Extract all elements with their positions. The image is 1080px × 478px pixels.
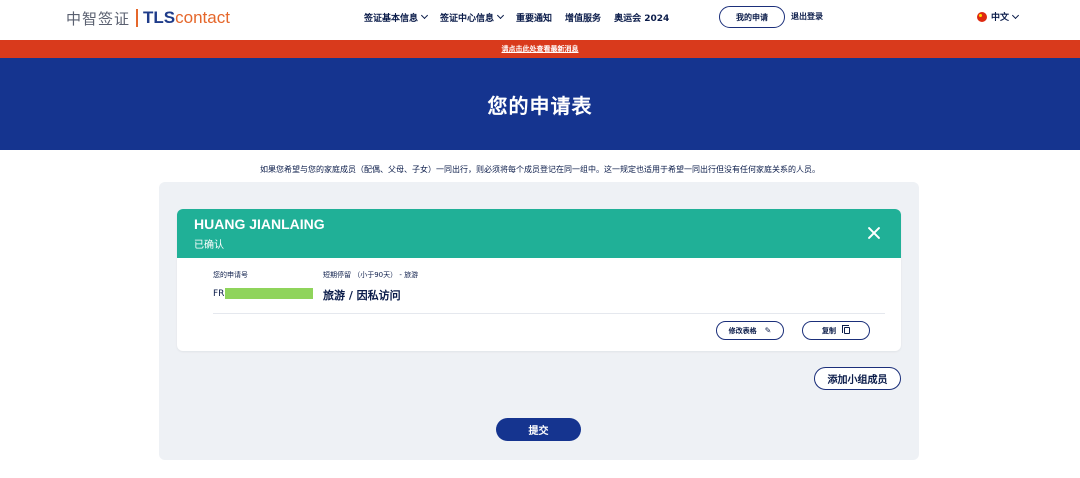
nav-center-info-label: 签证中心信息 xyxy=(440,13,495,24)
visa-type-label: 短期停留 （小于90天） - 旅游 xyxy=(323,271,419,279)
language-label: 中文 xyxy=(991,13,1010,23)
nav-visa-info[interactable]: 签证基本信息 xyxy=(364,11,429,24)
tlscontact-logo[interactable]: 中智签证 TLS contact xyxy=(66,7,230,29)
close-icon[interactable] xyxy=(867,226,881,240)
logout-link[interactable]: 退出登录 xyxy=(791,11,823,22)
application-number-label: 您的申请号 xyxy=(213,271,248,279)
nav-important-notice[interactable]: 重要通知 xyxy=(516,11,552,24)
news-banner: 请点击此处查看最新消息 xyxy=(0,40,1080,58)
add-group-member-button[interactable]: 添加小组成员 xyxy=(814,367,901,390)
applicant-name: HUANG JIANLAING xyxy=(194,216,325,232)
language-selector[interactable]: 中文 xyxy=(977,10,1020,23)
news-banner-link[interactable]: 请点击此处查看最新消息 xyxy=(502,44,579,54)
nav-value-added-services-label: 增值服务 xyxy=(565,13,602,24)
application-panel: HUANG JIANLAING 已确认 您的申请号 短期停留 （小于90天） -… xyxy=(159,182,919,460)
edit-form-label: 修改表格 xyxy=(728,326,757,335)
chevron-down-icon xyxy=(496,11,505,20)
travel-purpose: 旅游 / 因私访问 xyxy=(323,289,401,302)
logo-chinese-text: 中智签证 xyxy=(66,9,131,28)
china-flag-icon xyxy=(977,11,987,22)
nav-visa-info-label: 签证基本信息 xyxy=(364,13,419,24)
copy-label: 复制 xyxy=(822,326,836,335)
nav-center-info[interactable]: 签证中心信息 xyxy=(440,11,505,24)
copy-button[interactable]: 复制 xyxy=(802,321,870,340)
logo-separator xyxy=(136,9,139,27)
nav-value-added-services[interactable]: 增值服务 xyxy=(565,11,601,24)
application-number-prefix: FR xyxy=(213,288,225,299)
group-intro-text: 如果您希望与您的家庭成员（配偶、父母、子女）一同出行，则必须将每个成员登记在同一… xyxy=(260,165,820,174)
nav-olympics-2024-label: 奥运会 2024 xyxy=(614,13,670,24)
hero-section: 您的申请表 xyxy=(0,58,1080,150)
logo-contact-text: contact xyxy=(175,8,230,27)
edit-form-button[interactable]: 修改表格 ✎ xyxy=(716,321,784,340)
main-nav: 签证基本信息 签证中心信息 重要通知 增值服务 奥运会 2024 xyxy=(364,10,682,24)
nav-important-notice-label: 重要通知 xyxy=(516,13,553,24)
applicant-card-header: HUANG JIANLAING 已确认 xyxy=(177,209,901,258)
logo-tls-text: TLS xyxy=(143,8,176,27)
submit-button[interactable]: 提交 xyxy=(496,418,581,441)
copy-icon xyxy=(842,325,850,334)
applicant-card: HUANG JIANLAING 已确认 您的申请号 短期停留 （小于90天） -… xyxy=(177,209,901,351)
top-navigation-bar: 中智签证 TLS contact 签证基本信息 签证中心信息 重要通知 增值服务… xyxy=(0,0,1080,40)
my-application-button[interactable]: 我的申请 xyxy=(719,6,785,28)
page-title: 您的申请表 xyxy=(487,93,593,118)
application-number: FR xyxy=(213,288,314,299)
chevron-down-icon xyxy=(1011,11,1020,19)
applicant-status: 已确认 xyxy=(194,240,224,251)
pencil-icon: ✎ xyxy=(764,326,772,335)
redacted-block xyxy=(225,288,314,299)
chevron-down-icon xyxy=(420,11,429,20)
nav-olympics-2024[interactable]: 奥运会 2024 xyxy=(614,11,669,24)
card-divider xyxy=(213,313,885,314)
